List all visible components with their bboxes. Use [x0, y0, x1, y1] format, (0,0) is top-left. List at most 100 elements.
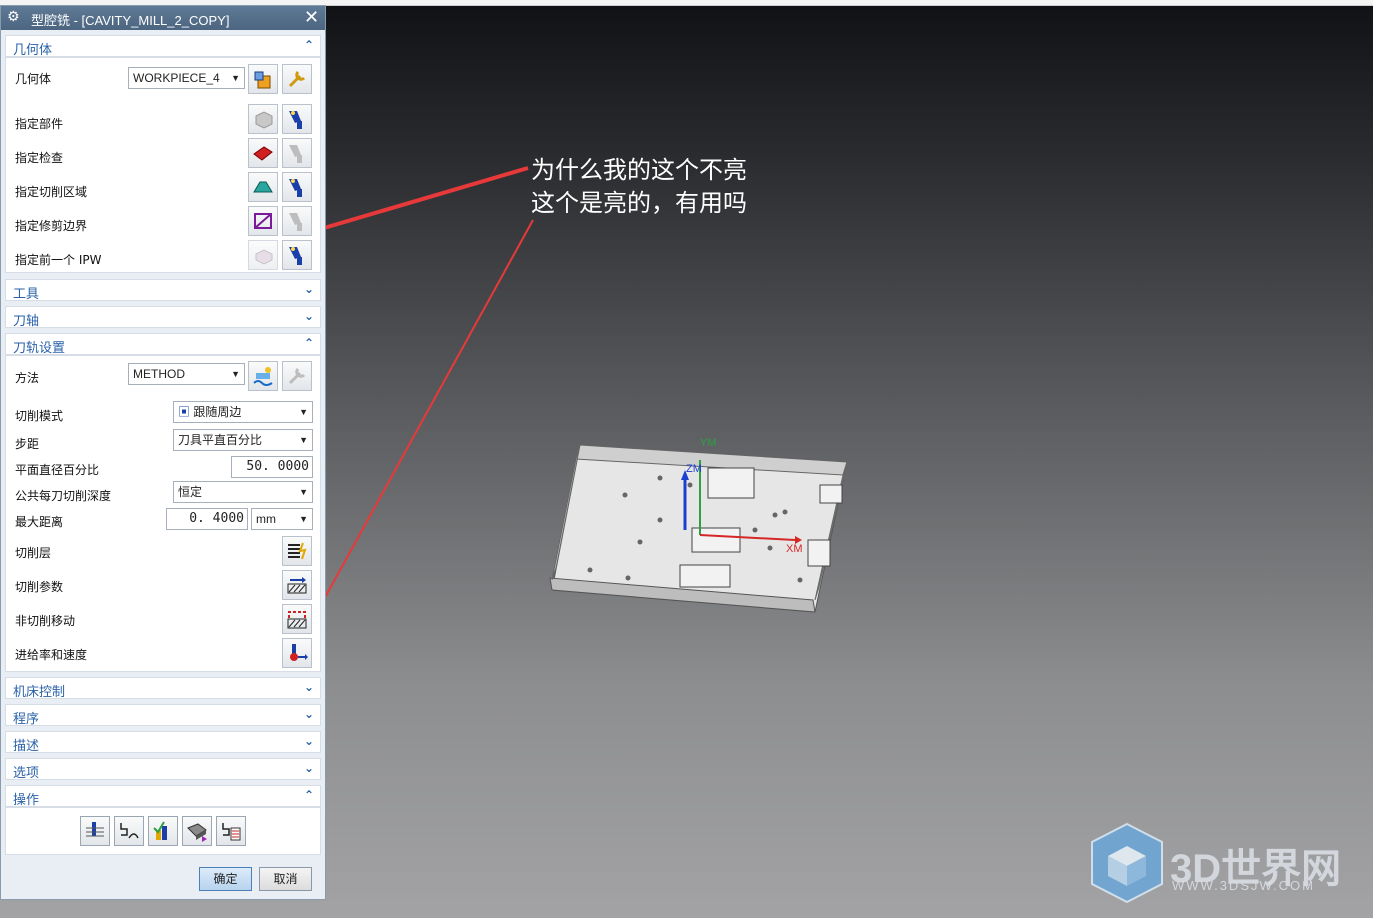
- trim-boundary-icon: [254, 213, 272, 229]
- close-icon[interactable]: ✕: [304, 7, 319, 28]
- method-select-value: METHOD: [133, 367, 185, 381]
- new-method-icon: [253, 367, 273, 386]
- specify-check-button[interactable]: [248, 138, 278, 168]
- path-settings-panel: 方法 METHOD ▼ 切削模式 ▣ 跟随周边 ▼ 步距 刀具平直百分比 ▼ 平…: [5, 355, 321, 672]
- cut-params-icon: [287, 577, 307, 594]
- display-check-button[interactable]: [282, 138, 312, 168]
- chevron-down-icon: ⌄: [303, 680, 314, 694]
- specify-prev-ipw-button[interactable]: [248, 240, 278, 270]
- generate-button[interactable]: [80, 816, 110, 846]
- section-geometry-header[interactable]: 几何体 ⌃: [5, 35, 321, 58]
- replay-button[interactable]: [114, 816, 144, 846]
- flat-diameter-percent-label: 平面直径百分比: [15, 463, 100, 477]
- section-path-settings-header[interactable]: 刀轨设置 ⌃: [5, 333, 321, 356]
- section-description-header[interactable]: 描述 ⌄: [5, 731, 321, 754]
- cut-levels-label: 切削层: [15, 546, 52, 560]
- list-output-button[interactable]: [216, 816, 246, 846]
- method-select[interactable]: METHOD ▼: [128, 363, 245, 385]
- part-cube-icon: [255, 111, 273, 129]
- feeds-speeds-label: 进给率和速度: [15, 648, 88, 662]
- stepover-select[interactable]: 刀具平直百分比 ▼: [173, 429, 313, 451]
- section-actions-label: 操作: [13, 793, 40, 808]
- section-path-settings-label: 刀轨设置: [13, 341, 66, 356]
- gear-icon: ⚙: [7, 9, 20, 25]
- feeds-speeds-button[interactable]: [282, 638, 312, 668]
- max-distance-input[interactable]: 0. 4000: [166, 508, 248, 530]
- flashlight-icon: [289, 111, 302, 129]
- max-distance-unit-select[interactable]: mm ▼: [251, 508, 313, 530]
- chevron-down-icon: ⌄: [303, 761, 314, 775]
- cut-pattern-label: 切削模式: [15, 409, 64, 423]
- geometry-select[interactable]: WORKPIECE_4 ▼: [128, 67, 245, 89]
- chevron-down-icon: ⌄: [303, 309, 314, 323]
- edit-method-button[interactable]: [282, 361, 312, 391]
- new-geometry-icon: [254, 71, 271, 89]
- chevron-up-icon: ⌃: [303, 38, 314, 52]
- post-process-button[interactable]: [182, 816, 212, 846]
- max-distance-label: 最大距离: [15, 515, 64, 529]
- watermark-cube-icon: [1091, 822, 1163, 904]
- specify-part-label: 指定部件: [15, 117, 64, 131]
- specify-trim-boundary-label: 指定修剪边界: [15, 219, 88, 233]
- common-depth-value: 恒定: [178, 485, 203, 499]
- common-depth-select[interactable]: 恒定 ▼: [173, 481, 313, 503]
- section-tool-header[interactable]: 工具 ⌄: [5, 279, 321, 302]
- chevron-down-icon: ⌄: [303, 734, 314, 748]
- ok-button[interactable]: 确定: [199, 867, 252, 891]
- flashlight-icon: [289, 179, 302, 197]
- flashlight-disabled-icon: [289, 145, 302, 163]
- section-options-label: 选项: [13, 766, 40, 781]
- new-method-button[interactable]: [248, 361, 278, 391]
- chevron-down-icon: ⌄: [303, 707, 314, 721]
- annotation-line-1: 为什么我的这个不亮: [531, 156, 747, 184]
- cut-params-button[interactable]: [282, 570, 312, 600]
- cancel-button[interactable]: 取消: [259, 867, 312, 891]
- max-distance-unit-value: mm: [256, 512, 276, 526]
- ipw-disabled-icon: [255, 249, 273, 265]
- cavity-mill-dialog: ⚙ 型腔铣 - [CAVITY_MILL_2_COPY] ✕ 几何体 ⌃ 几何体…: [0, 5, 326, 900]
- section-machine-control-header[interactable]: 机床控制 ⌄: [5, 677, 321, 700]
- cut-levels-button[interactable]: [282, 536, 312, 566]
- section-program-header[interactable]: 程序 ⌄: [5, 704, 321, 727]
- geometry-label: 几何体: [15, 72, 52, 86]
- flat-diameter-percent-input[interactable]: 50. 0000: [231, 456, 313, 478]
- stepover-value: 刀具平直百分比: [178, 433, 263, 447]
- section-tool-axis-header[interactable]: 刀轴 ⌄: [5, 306, 321, 329]
- section-tool-axis-label: 刀轴: [13, 314, 40, 329]
- cut-pattern-select[interactable]: ▣ 跟随周边 ▼: [173, 401, 313, 423]
- display-part-button[interactable]: [282, 104, 312, 134]
- section-description-label: 描述: [13, 739, 40, 754]
- annotation-line-2: 这个是亮的，有用吗: [531, 189, 747, 217]
- dropdown-arrow-icon: ▼: [231, 369, 240, 379]
- specify-check-label: 指定检查: [15, 151, 64, 165]
- dialog-title-bar[interactable]: ⚙ 型腔铣 - [CAVITY_MILL_2_COPY] ✕: [1, 6, 325, 30]
- section-machine-control-label: 机床控制: [13, 685, 66, 700]
- stepover-label: 步距: [15, 437, 40, 451]
- display-cut-area-button[interactable]: [282, 172, 312, 202]
- dropdown-arrow-icon: ▼: [299, 435, 308, 445]
- dropdown-arrow-icon: ▼: [299, 407, 308, 417]
- edit-geometry-button[interactable]: [282, 64, 312, 94]
- verify-button[interactable]: [148, 816, 178, 846]
- follow-periphery-icon: ▣: [178, 405, 191, 419]
- display-prev-ipw-button[interactable]: [282, 240, 312, 270]
- dropdown-arrow-icon: ▼: [299, 487, 308, 497]
- section-options-header[interactable]: 选项 ⌄: [5, 758, 321, 781]
- verify-icon: [153, 821, 167, 840]
- cut-area-icon: [253, 181, 273, 193]
- dialog-title: 型腔铣 - [CAVITY_MILL_2_COPY]: [31, 13, 230, 28]
- specify-cut-area-label: 指定切削区域: [15, 185, 88, 199]
- common-depth-label: 公共每刀切削深度: [15, 489, 112, 503]
- section-actions-header[interactable]: 操作 ⌃: [5, 785, 321, 808]
- specify-cut-area-button[interactable]: [248, 172, 278, 202]
- feeds-speeds-icon: [290, 644, 308, 661]
- non-cutting-moves-button[interactable]: [282, 604, 312, 634]
- specify-trim-boundary-button[interactable]: [248, 206, 278, 236]
- specify-part-button[interactable]: [248, 104, 278, 134]
- actions-toolbar: [80, 816, 250, 846]
- non-cutting-moves-icon: [287, 611, 307, 629]
- machine-icon: [187, 823, 207, 842]
- cut-levels-icon: [288, 542, 307, 560]
- display-trim-boundary-button[interactable]: [282, 206, 312, 236]
- new-geometry-button[interactable]: [248, 64, 278, 94]
